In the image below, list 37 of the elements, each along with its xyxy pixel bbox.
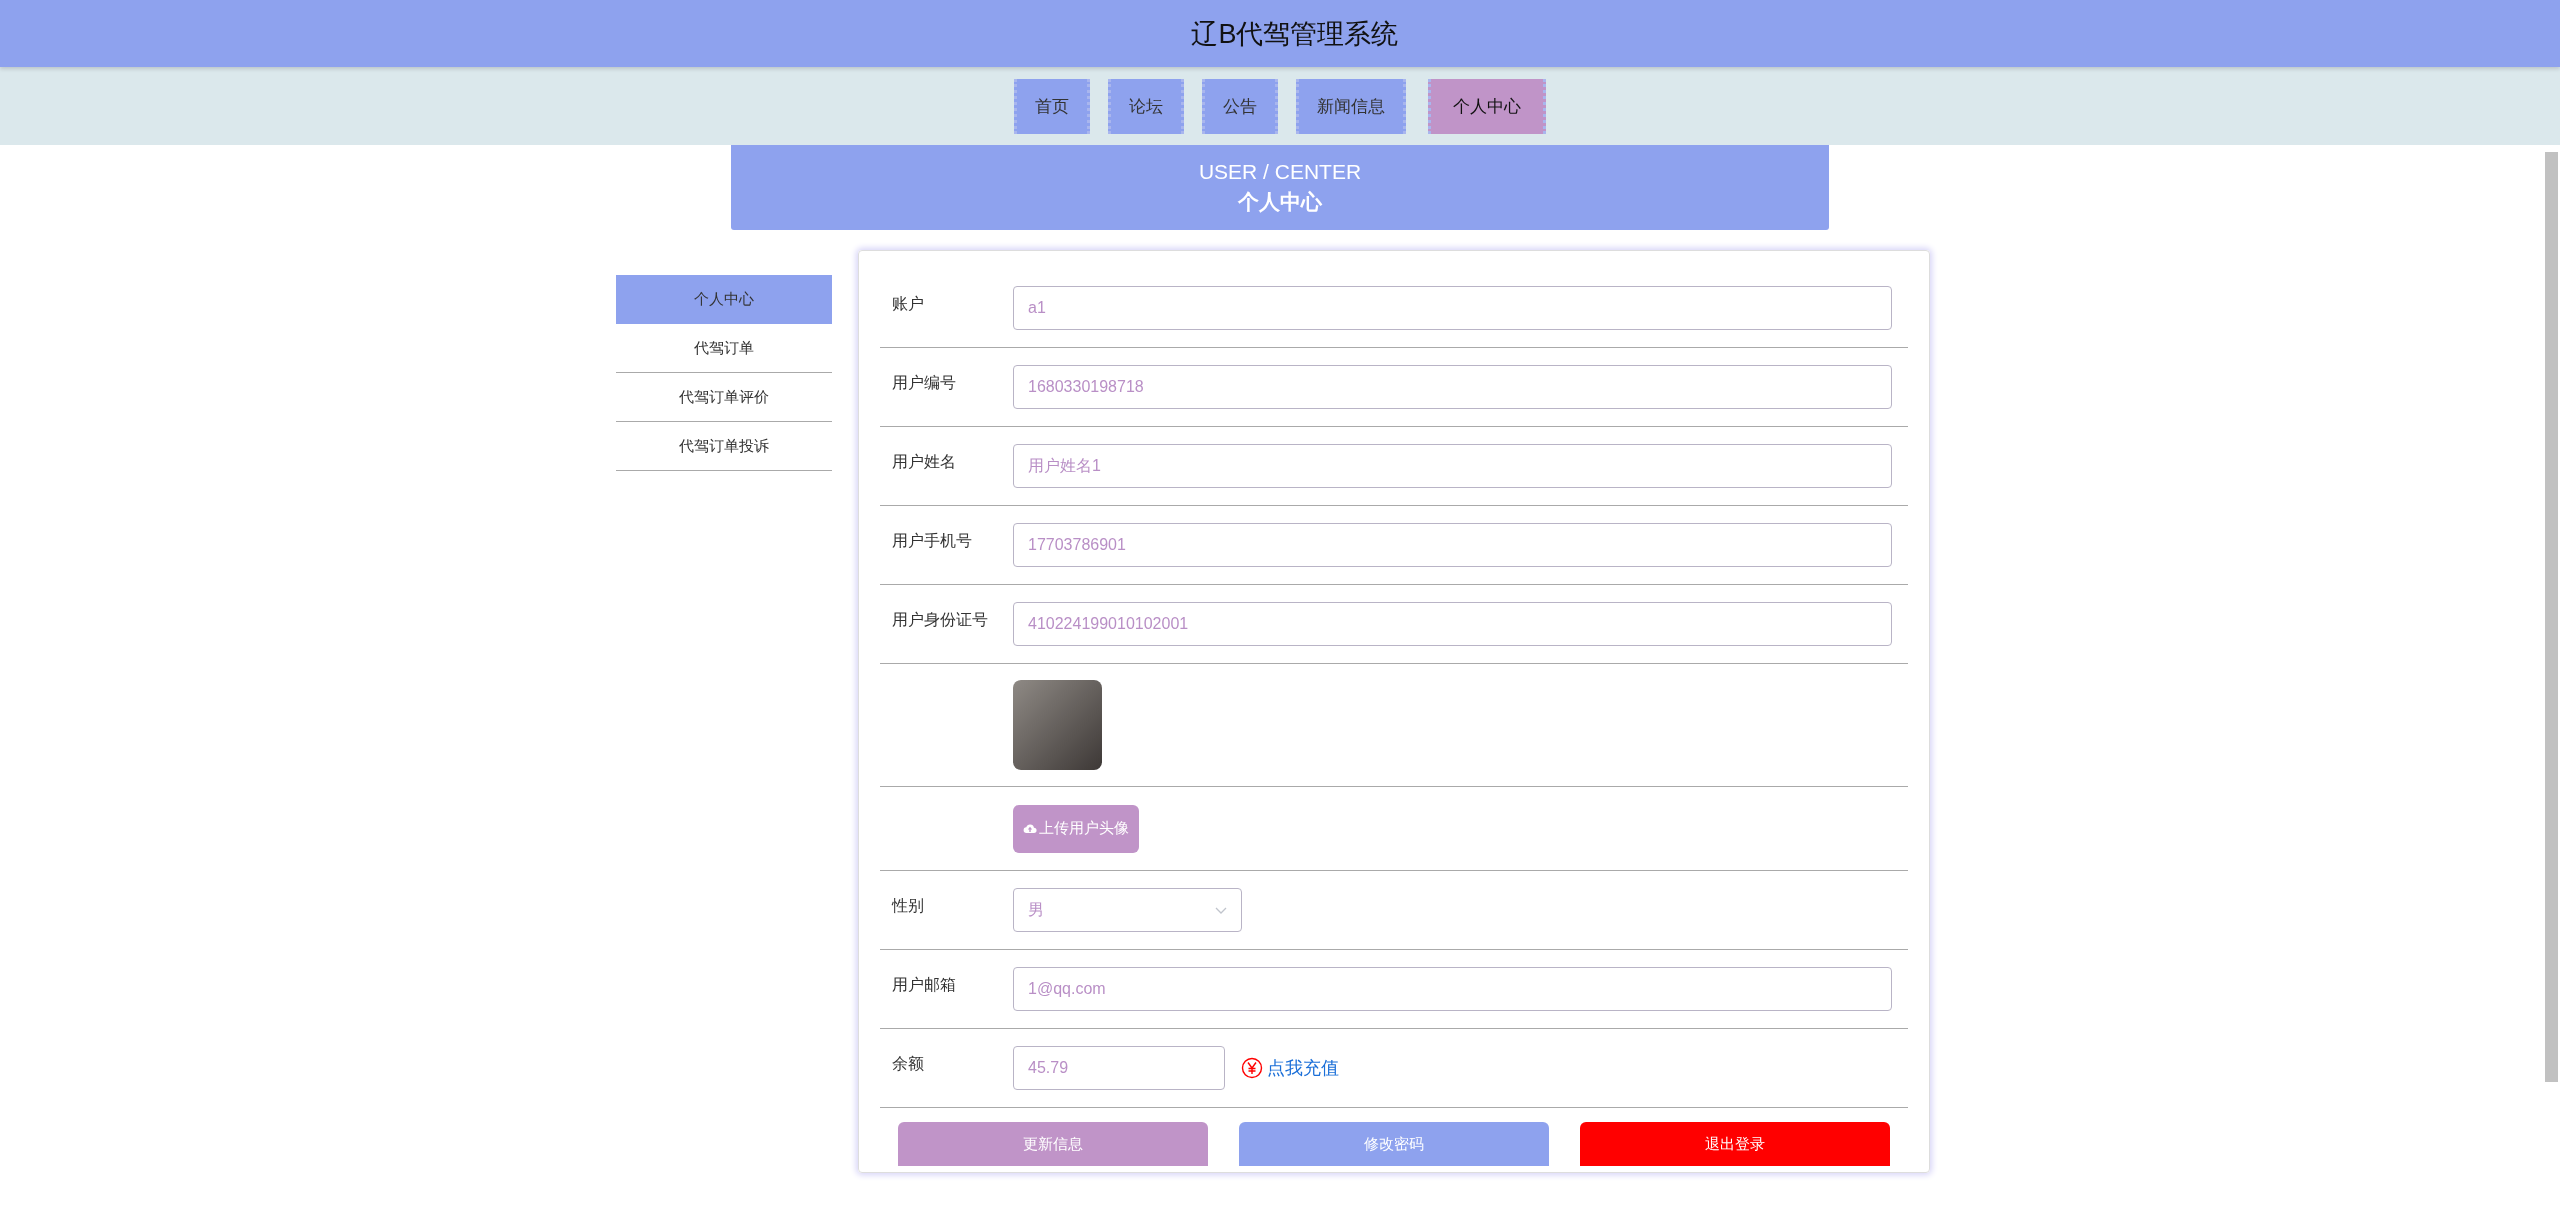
input-field[interactable]: 45.79 xyxy=(1013,1046,1225,1090)
sidebar-item[interactable]: 代驾订单投诉 xyxy=(616,422,832,471)
nav-tab[interactable]: 公告 xyxy=(1202,78,1278,134)
password-button[interactable]: 修改密码 xyxy=(1239,1122,1549,1166)
field-label: 账户 xyxy=(892,293,925,314)
recharge-link[interactable]: 点我充值 xyxy=(1267,1056,1339,1080)
field-label: 用户编号 xyxy=(892,372,957,393)
gender-select[interactable]: 男 xyxy=(1013,888,1242,932)
nav-tab[interactable]: 论坛 xyxy=(1108,78,1184,134)
logout-button[interactable]: 退出登录 xyxy=(1580,1122,1890,1166)
field-label: 用户身份证号 xyxy=(892,609,989,630)
input-field[interactable]: 用户姓名1 xyxy=(1013,444,1892,488)
scrollbar[interactable] xyxy=(2545,152,2558,1082)
field-label: 用户姓名 xyxy=(892,451,957,472)
nav-tab[interactable]: 新闻信息 xyxy=(1296,78,1406,134)
input-field[interactable]: 17703786901 xyxy=(1013,523,1892,567)
field-label: 用户手机号 xyxy=(892,530,973,551)
input-field[interactable]: 1@qq.com xyxy=(1013,967,1892,1011)
sidebar-item[interactable]: 代驾订单评价 xyxy=(616,373,832,422)
input-field[interactable]: 1680330198718 xyxy=(1013,365,1892,409)
field-label: 性别 xyxy=(892,895,925,916)
sidebar-item[interactable]: 个人中心 xyxy=(616,275,832,324)
input-field[interactable]: 410224199010102001 xyxy=(1013,602,1892,646)
sidebar-item[interactable]: 代驾订单 xyxy=(616,324,832,373)
input-field[interactable]: a1 xyxy=(1013,286,1892,330)
site-title: 辽B代驾管理系统 xyxy=(1191,17,1399,51)
nav-tab[interactable]: 首页 xyxy=(1014,78,1090,134)
banner-subtitle: USER / CENTER xyxy=(1198,159,1362,184)
banner-title: 个人中心 xyxy=(1238,188,1322,215)
upload-avatar-button[interactable]: 上传用户头像 xyxy=(1013,804,1139,853)
field-label: 用户邮箱 xyxy=(892,974,957,995)
update-button[interactable]: 更新信息 xyxy=(898,1122,1208,1166)
field-label: 余额 xyxy=(892,1053,925,1074)
chevron-down-icon xyxy=(1215,906,1227,914)
nav-tab[interactable]: 个人中心 xyxy=(1428,78,1546,134)
cloud-upload-icon xyxy=(1023,823,1037,834)
yen-coin-icon xyxy=(1241,1057,1263,1079)
